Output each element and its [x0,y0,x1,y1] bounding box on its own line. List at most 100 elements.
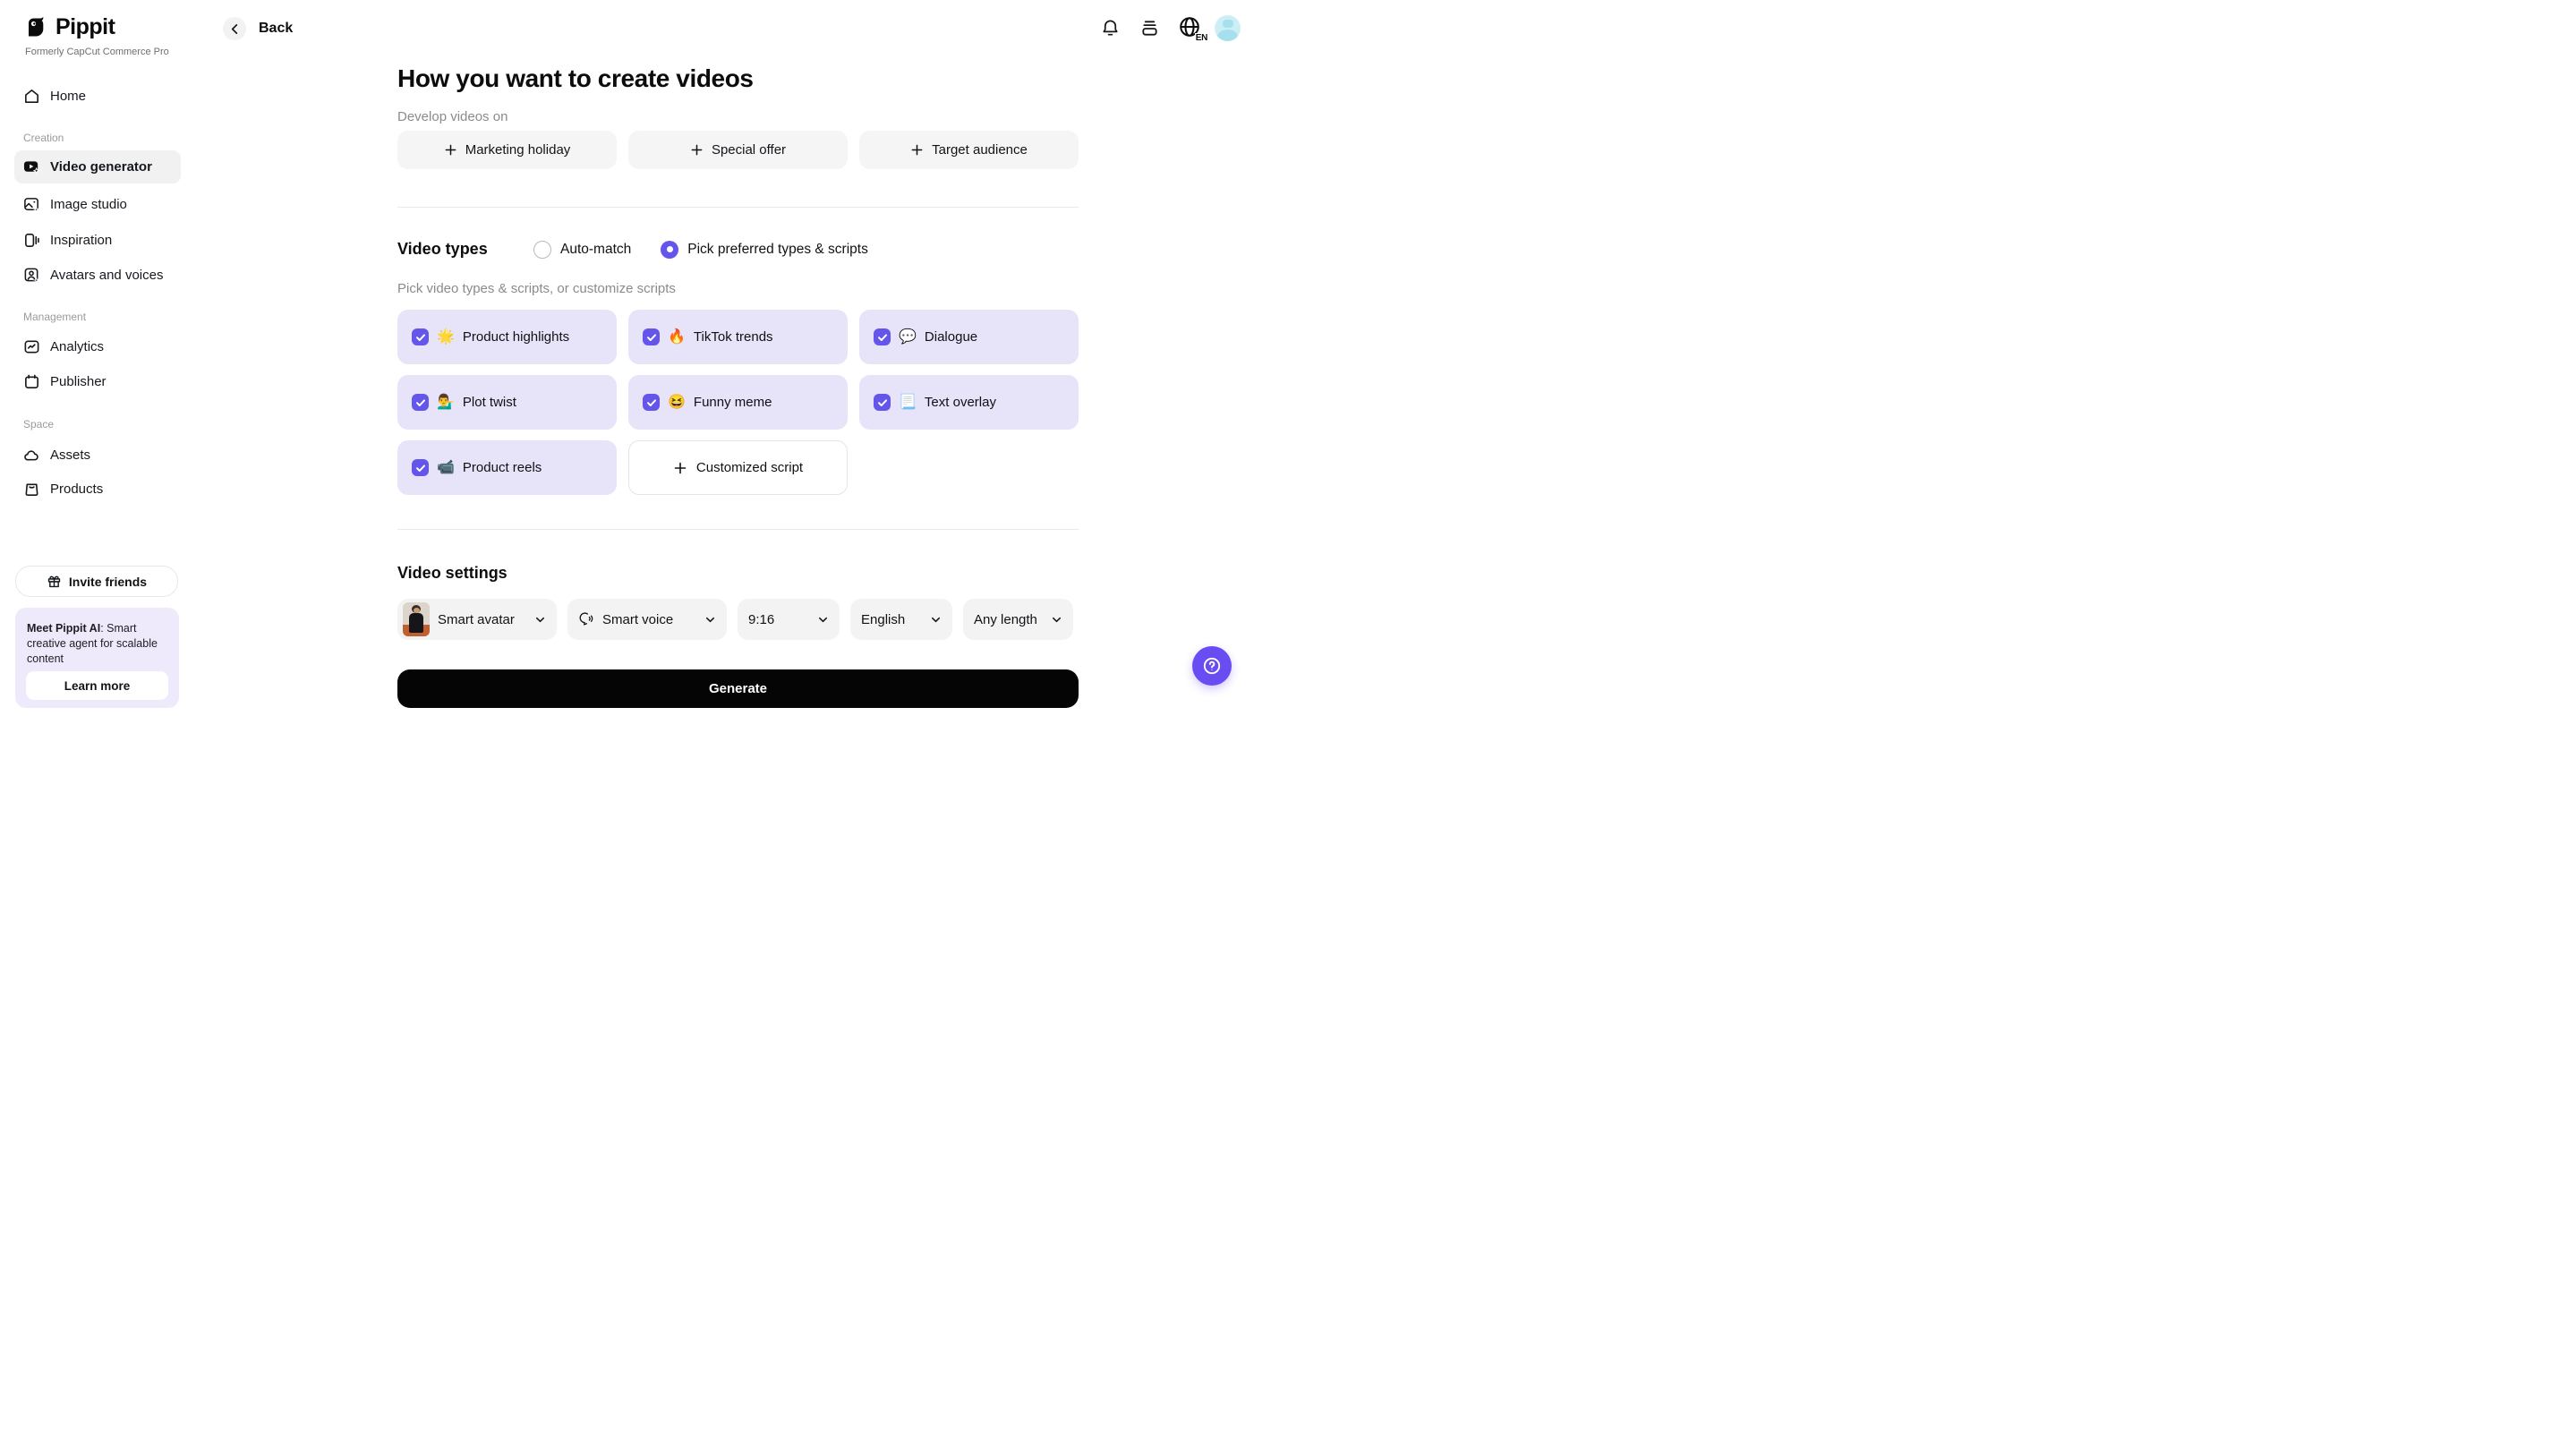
section-label-space: Space [23,418,55,430]
avatar-thumbnail [403,602,430,636]
sidebar-item-products[interactable]: Products [14,473,181,506]
option-emoji: 🌟 [437,328,455,345]
option-text-overlay[interactable]: 📃 Text overlay [859,375,1079,430]
divider [397,207,1079,208]
sidebar-item-label: Image studio [50,197,127,212]
video-types-row: Video types Auto-match Pick preferred ty… [397,240,868,259]
plus-icon [690,143,704,157]
main-content: How you want to create videos Develop vi… [397,0,1079,716]
plus-icon [910,143,924,157]
checkbox-checked-icon [412,328,429,345]
sidebar-item-avatars-and-voices[interactable]: Avatars and voices [14,259,181,292]
radio-on-icon [661,240,679,259]
dropdown-value: Smart voice [602,611,674,627]
option-emoji: 📃 [899,394,917,410]
option-plot-twist[interactable]: 💁‍♂️ Plot twist [397,375,617,430]
home-icon [23,88,40,105]
smart-voice-dropdown[interactable]: Smart voice [567,599,727,640]
sidebar-item-analytics[interactable]: Analytics [14,330,181,363]
add-special-offer-button[interactable]: Special offer [628,131,848,169]
customized-script-button[interactable]: Customized script [628,440,848,495]
develop-options-row: Marketing holiday Special offer Target a… [397,131,1079,169]
sidebar-item-label: Home [50,89,87,104]
back-button[interactable] [223,17,246,40]
publisher-icon [23,373,40,390]
option-label: Plot twist [462,395,516,410]
checkbox-checked-icon [874,328,891,345]
user-avatar[interactable] [1215,15,1241,41]
develop-videos-on-label: Develop videos on [397,109,508,124]
language-code: EN [1194,33,1208,43]
radio-off-icon [533,240,551,259]
pippit-ai-promo-card: Meet Pippit AI: Smart creative agent for… [15,608,179,708]
checkbox-checked-icon [643,394,660,411]
avatar-body-shape [1217,30,1238,41]
sidebar-item-video-generator[interactable]: Video generator [14,150,181,183]
avatar-head-shape [1222,20,1233,28]
checkbox-checked-icon [412,394,429,411]
radio-auto-match[interactable]: Auto-match [533,240,632,259]
option-dialogue[interactable]: 💬 Dialogue [859,310,1079,364]
video-type-options-grid: 🌟 Product highlights 🔥 TikTok trends 💬 D… [397,310,1079,495]
add-target-audience-button[interactable]: Target audience [859,131,1079,169]
video-types-hint: Pick video types & scripts, or customize… [397,281,676,296]
option-product-reels[interactable]: 📹 Product reels [397,440,617,495]
option-funny-meme[interactable]: 😆 Funny meme [628,375,848,430]
option-product-highlights[interactable]: 🌟 Product highlights [397,310,617,364]
video-settings-row: Smart avatar Smart voice 9:16 English An… [397,599,1073,640]
aspect-ratio-dropdown[interactable]: 9:16 [738,599,840,640]
sidebar-item-label: Avatars and voices [50,268,164,283]
option-label: Dialogue [924,329,978,345]
invite-friends-label: Invite friends [68,574,148,589]
chevron-down-icon [704,614,716,626]
sidebar-item-assets[interactable]: Assets [14,439,181,472]
radio-pick-preferred[interactable]: Pick preferred types & scripts [661,240,868,259]
option-label: Product highlights [462,329,570,345]
stack-inbox-icon[interactable] [1139,18,1160,38]
avatars-icon [23,267,40,284]
language-dropdown[interactable]: English [850,599,952,640]
back-label: Back [259,21,294,36]
sidebar-item-publisher[interactable]: Publisher [14,365,181,398]
assets-cloud-icon [23,447,40,464]
language-globe-icon[interactable]: EN [1178,15,1208,43]
video-types-label: Video types [397,240,488,258]
notifications-bell-icon[interactable] [1100,18,1121,38]
video-length-dropdown[interactable]: Any length [963,599,1073,640]
divider [397,529,1079,530]
app-tagline: Formerly CapCut Commerce Pro [25,47,169,57]
sidebar-item-home[interactable]: Home [14,80,181,113]
smart-avatar-dropdown[interactable]: Smart avatar [397,599,557,640]
develop-option-label: Marketing holiday [465,142,571,158]
chevron-down-icon [930,614,942,626]
sidebar-item-label: Publisher [50,374,107,389]
pippit-logo-icon [25,16,48,39]
analytics-icon [23,338,40,355]
develop-option-label: Target audience [932,142,1028,158]
plus-icon [444,143,457,157]
dropdown-value: Any length [974,611,1037,627]
video-settings-label: Video settings [397,564,508,582]
option-tiktok-trends[interactable]: 🔥 TikTok trends [628,310,848,364]
dropdown-value: English [861,611,906,627]
sidebar-item-label: Inspiration [50,233,113,248]
chevron-down-icon [534,614,546,626]
sidebar-item-image-studio[interactable]: Image studio [14,188,181,221]
sidebar-item-inspiration[interactable]: Inspiration [14,224,181,257]
gift-icon [47,574,62,589]
generate-button[interactable]: Generate [397,669,1079,708]
help-button[interactable] [1192,646,1232,686]
invite-friends-button[interactable]: Invite friends [15,566,178,597]
add-marketing-holiday-button[interactable]: Marketing holiday [397,131,617,169]
option-label: TikTok trends [693,329,773,345]
learn-more-button[interactable]: Learn more [26,671,168,700]
promo-text: Meet Pippit AI: Smart creative agent for… [27,621,167,667]
option-label: Product reels [462,460,542,475]
develop-option-label: Special offer [711,142,787,158]
section-label-creation: Creation [23,132,64,144]
plus-icon [673,461,687,475]
option-emoji: 💬 [899,328,917,345]
radio-label: Auto-match [560,241,632,257]
section-label-management: Management [23,311,87,323]
voice-speaking-icon [578,611,594,627]
